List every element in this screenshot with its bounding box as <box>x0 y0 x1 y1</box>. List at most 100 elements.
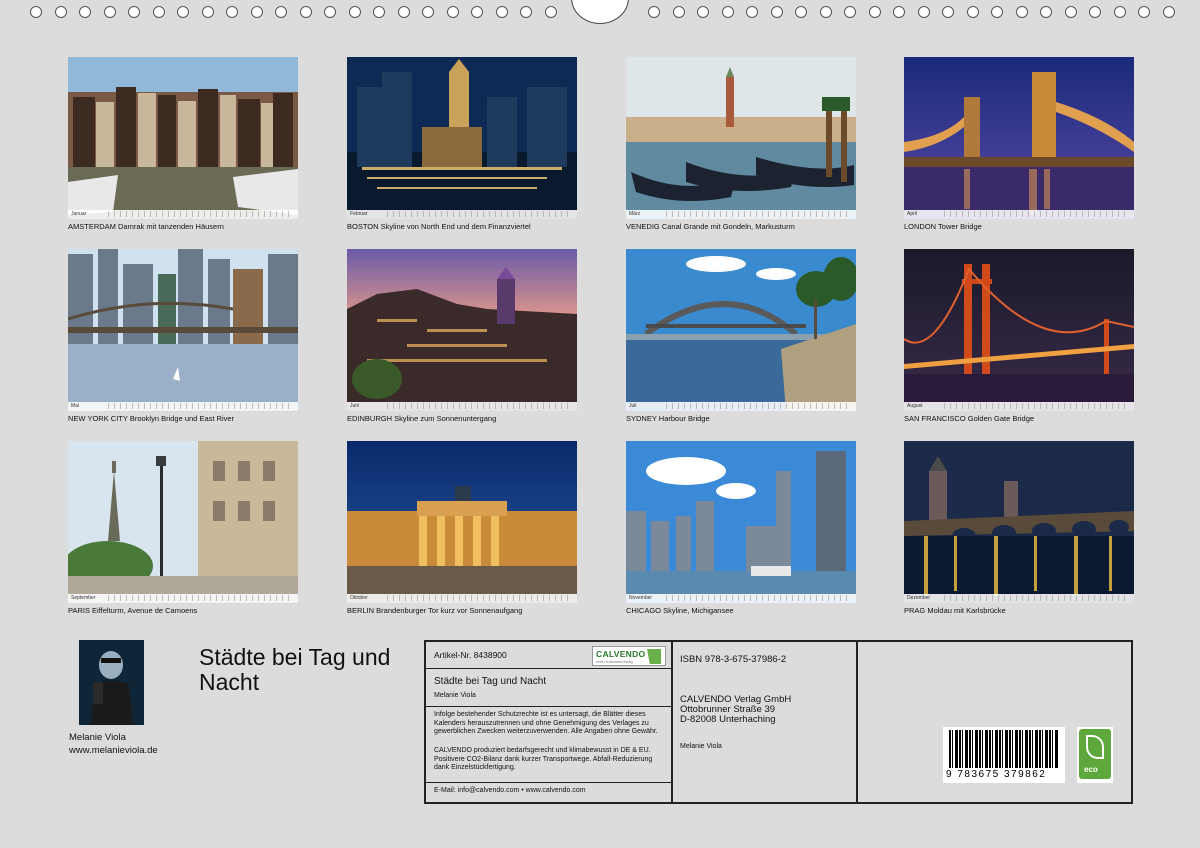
author-website: www.melanieviola.de <box>69 745 158 756</box>
month-label: Mai <box>71 403 80 409</box>
copyright-notice: Infolge bestehender Schutzrechte ist es … <box>434 711 658 735</box>
photo-september: September <box>68 441 298 603</box>
binding-ring-hole <box>1040 6 1052 18</box>
binding-ring-hole <box>447 6 459 18</box>
month-label: September <box>71 595 96 601</box>
binding-ring-hole <box>991 6 1003 18</box>
binding-ring-hole <box>300 6 312 18</box>
divider <box>671 642 673 802</box>
binding-ring-hole <box>520 6 532 18</box>
photo-july: Juli <box>626 249 856 411</box>
photo-caption-august: SAN FRANCISCO Golden Gate Bridge <box>904 414 1035 423</box>
month-label: Dezember <box>907 595 931 601</box>
eco-notice: CALVENDO produziert bedarfsgerecht und k… <box>434 747 653 771</box>
divider <box>856 642 858 802</box>
photo-caption-may: NEW YORK CITY Brooklyn Bridge und East R… <box>68 414 235 423</box>
binding-ring-hole <box>1089 6 1101 18</box>
binding-ring-hole <box>844 6 856 18</box>
calvendo-logo-text: CALVENDO <box>596 649 646 659</box>
photo-caption-september: PARIS Eiffelturm, Avenue de Camoens <box>68 606 198 615</box>
barcode-bars <box>949 730 1059 768</box>
photo-caption-march: VENEDIG Canal Grande mit Gondeln, Markus… <box>626 222 795 231</box>
binding-ring-hole <box>422 6 434 18</box>
divider <box>426 668 671 669</box>
binding-ring-hole <box>722 6 734 18</box>
calvendo-leaf-icon <box>647 649 661 664</box>
infobox-title: Städte bei Tag und Nacht <box>434 676 547 687</box>
binding-ring-hole <box>673 6 685 18</box>
binding-ring-hole <box>893 6 905 18</box>
photo-august: August <box>904 249 1134 411</box>
publisher-infobox: Artikel-Nr. 8438900 CALVENDO mein Kalend… <box>424 640 1133 804</box>
author-name: Melanie Viola <box>69 732 126 743</box>
contact-line: E-Mail: info@calvendo.com • www.calvendo… <box>434 787 586 794</box>
binding-ring-hole <box>545 6 557 18</box>
binding-ring-hole <box>795 6 807 18</box>
month-label: Januar <box>71 211 87 217</box>
isbn-barcode: 9 783675 379862 <box>943 727 1065 783</box>
binding-ring-hole <box>771 6 783 18</box>
binding-ring-hole <box>1163 6 1175 18</box>
photo-caption-january: AMSTERDAM Damrak mit tanzenden Häusern <box>68 222 224 231</box>
binding-ring-hole <box>648 6 660 18</box>
binding-ring-hole <box>697 6 709 18</box>
photo-april: April <box>904 57 1134 219</box>
binding-ring-hole <box>128 6 140 18</box>
month-label: Februar <box>350 211 368 217</box>
photo-caption-december: PRAG Moldau mit Karlsbrücke <box>904 606 1006 615</box>
binding-ring-hole <box>79 6 91 18</box>
binding-ring-hole <box>226 6 238 18</box>
month-label: Juli <box>629 403 637 409</box>
binding-ring-hole <box>1016 6 1028 18</box>
publisher-author: Melanie Viola <box>680 743 722 750</box>
photo-may: Mai <box>68 249 298 411</box>
binding-ring-hole <box>177 6 189 18</box>
binding-ring-hole <box>918 6 930 18</box>
barcode-digits: 9 783675 379862 <box>946 769 1047 780</box>
photo-june: Juni <box>347 249 577 411</box>
binding-ring-hole <box>30 6 42 18</box>
binding-ring-hole <box>496 6 508 18</box>
eco-badge: eco <box>1077 727 1113 783</box>
divider <box>426 782 671 783</box>
leaf-icon <box>1086 735 1104 759</box>
infobox-author: Melanie Viola <box>434 692 476 699</box>
photo-caption-june: EDINBURGH Skyline zum Sonnenuntergang <box>347 414 497 423</box>
photo-november: November <box>626 441 856 603</box>
month-label: Juni <box>350 403 360 409</box>
binding-ring-hole <box>349 6 361 18</box>
photo-february: Februar <box>347 57 577 219</box>
binding-ring-hole <box>471 6 483 18</box>
binding-ring-hole <box>1114 6 1126 18</box>
calvendo-logo: CALVENDO mein Kalendarverlag <box>592 646 666 666</box>
photo-december: Dezember <box>904 441 1134 603</box>
binding-ring-hole <box>1138 6 1150 18</box>
article-number: Artikel-Nr. 8438900 <box>434 650 507 660</box>
binding-ring-hole <box>202 6 214 18</box>
binding-ring-hole <box>1065 6 1077 18</box>
eco-label: eco <box>1084 765 1098 774</box>
month-label: April <box>907 211 918 217</box>
photo-caption-july: SYDNEY Harbour Bridge <box>626 414 710 423</box>
binding-ring-hole <box>55 6 67 18</box>
month-label: Oktober <box>350 595 368 601</box>
photo-october: Oktober <box>347 441 577 603</box>
publisher-city: D-82008 Unterhaching <box>680 714 776 725</box>
month-label: November <box>629 595 653 601</box>
month-label: März <box>629 211 641 217</box>
binding-ring-hole <box>373 6 385 18</box>
binding-ring-hole <box>153 6 165 18</box>
binding-ring-hole <box>746 6 758 18</box>
binding-ring-hole <box>251 6 263 18</box>
photo-caption-april: LONDON Tower Bridge <box>904 222 982 231</box>
binding-ring-hole <box>398 6 410 18</box>
photo-caption-november: CHICAGO Skyline, Michigansee <box>626 606 734 615</box>
calvendo-logo-subtext: mein Kalendarverlag <box>596 659 633 664</box>
photo-march: März <box>626 57 856 219</box>
calendar-title: Städte bei Tag und Nacht <box>199 644 391 695</box>
binding-ring-hole <box>324 6 336 18</box>
binding-ring-hole <box>967 6 979 18</box>
photo-caption-february: BOSTON Skyline von North End und dem Fin… <box>347 222 531 231</box>
photo-january: Januar <box>68 57 298 219</box>
calendar-hanger <box>571 0 629 24</box>
